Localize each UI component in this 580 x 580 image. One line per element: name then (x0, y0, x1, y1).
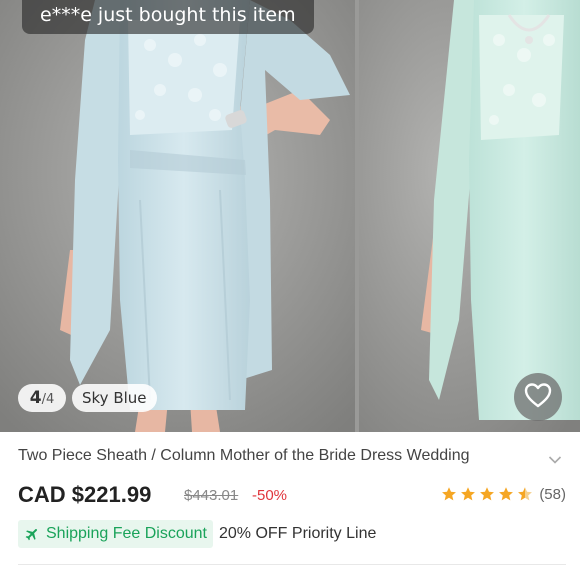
product-photo-mint[interactable] (359, 0, 580, 432)
star-icon (499, 487, 514, 501)
product-title: Two Piece Sheath / Column Mother of the … (18, 447, 470, 464)
discount-percent: -50% (252, 487, 288, 504)
original-price: $443.01 (184, 487, 239, 504)
product-title-row[interactable]: Two Piece Sheath / Column Mother of the … (18, 444, 566, 470)
plane-icon (25, 529, 37, 541)
section-divider (18, 564, 566, 565)
chevron-down-icon[interactable] (548, 450, 562, 469)
product-photo-sky-blue[interactable] (0, 0, 355, 432)
shipping-badge-label: Shipping Fee Discount (46, 525, 207, 542)
sale-price: CAD $221.99 (18, 482, 152, 507)
heart-icon (524, 382, 552, 412)
image-counter-total: /4 (41, 392, 55, 407)
image-counter: 4/4 (18, 384, 66, 412)
color-label: Sky Blue (72, 384, 157, 412)
star-icon (461, 487, 476, 501)
star-icon (480, 487, 495, 501)
star-half-icon (518, 487, 533, 501)
star-icon (442, 487, 457, 501)
product-image-gallery[interactable]: e***e just bought this item 4/4 Sky Blue (0, 0, 580, 432)
price-row: CAD $221.99 $443.01 -50% (58) (18, 480, 566, 512)
recent-purchase-notice: e***e just bought this item (22, 0, 314, 34)
shipping-discount-badge: Shipping Fee Discount (18, 520, 213, 548)
product-rating[interactable]: (58) (441, 483, 566, 505)
shipping-row[interactable]: Shipping Fee Discount 20% OFF Priority L… (18, 520, 376, 548)
image-counter-current: 4 (29, 388, 42, 408)
rating-count: (58) (539, 485, 566, 503)
rating-stars (441, 486, 533, 502)
wishlist-button[interactable] (514, 373, 562, 421)
shipping-offer-text: 20% OFF Priority Line (218, 525, 377, 542)
